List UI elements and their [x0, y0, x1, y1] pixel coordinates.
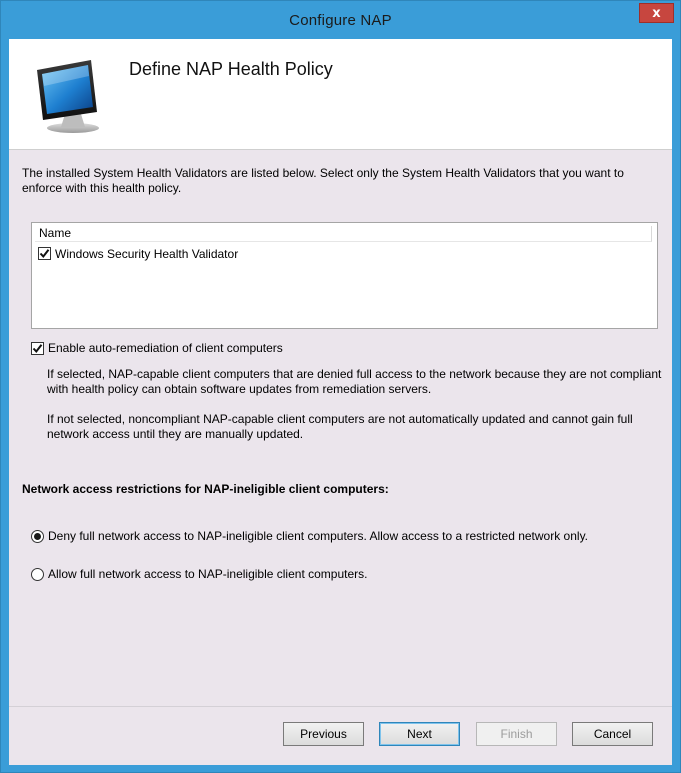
dialog-content: Define NAP Health Policy The installed S… [9, 39, 672, 765]
cancel-button[interactable]: Cancel [572, 722, 653, 746]
allow-access-option[interactable]: Allow full network access to NAP-ineligi… [31, 567, 367, 581]
validators-list[interactable]: Name Windows Security Health Validator [31, 222, 658, 329]
allow-access-radio[interactable] [31, 567, 44, 581]
list-item[interactable]: Windows Security Health Validator [38, 245, 238, 262]
window-title: Configure NAP [289, 11, 392, 29]
auto-remediation-selected-description: If selected, NAP-capable client computer… [47, 367, 662, 396]
intro-text: The installed System Health Validators a… [22, 166, 624, 195]
auto-remediation-not-selected-description: If not selected, noncompliant NAP-capabl… [47, 412, 633, 441]
previous-button[interactable]: Previous [283, 722, 364, 746]
close-button[interactable]: x [639, 3, 674, 23]
restrictions-heading: Network access restrictions for NAP-inel… [22, 482, 389, 496]
close-icon: x [652, 5, 661, 21]
deny-access-radio[interactable] [31, 529, 44, 543]
deny-access-label: Deny full network access to NAP-ineligib… [48, 529, 589, 543]
auto-remediation-label: Enable auto-remediation of client comput… [48, 341, 283, 355]
title-bar[interactable]: Configure NAP x [1, 1, 680, 39]
configure-nap-window: Configure NAP x Define NAP Health Policy… [0, 0, 681, 773]
auto-remediation-option[interactable]: Enable auto-remediation of client comput… [31, 341, 283, 355]
checkmark-icon [32, 343, 43, 353]
computer-monitor-icon [37, 60, 99, 133]
deny-access-option[interactable]: Deny full network access to NAP-ineligib… [31, 529, 588, 543]
allow-access-label: Allow full network access to NAP-ineligi… [48, 567, 368, 581]
checkmark-icon [39, 249, 50, 259]
button-bar: Previous Next Finish Cancel [9, 706, 672, 765]
next-button[interactable]: Next [379, 722, 460, 746]
page-title: Define NAP Health Policy [129, 59, 333, 79]
column-header-name[interactable]: Name [35, 226, 652, 242]
validator-checkbox[interactable] [38, 247, 51, 260]
finish-button[interactable]: Finish [476, 722, 557, 746]
validator-label: Windows Security Health Validator [55, 246, 239, 261]
wizard-header: Define NAP Health Policy [9, 39, 672, 150]
auto-remediation-checkbox[interactable] [31, 341, 44, 355]
